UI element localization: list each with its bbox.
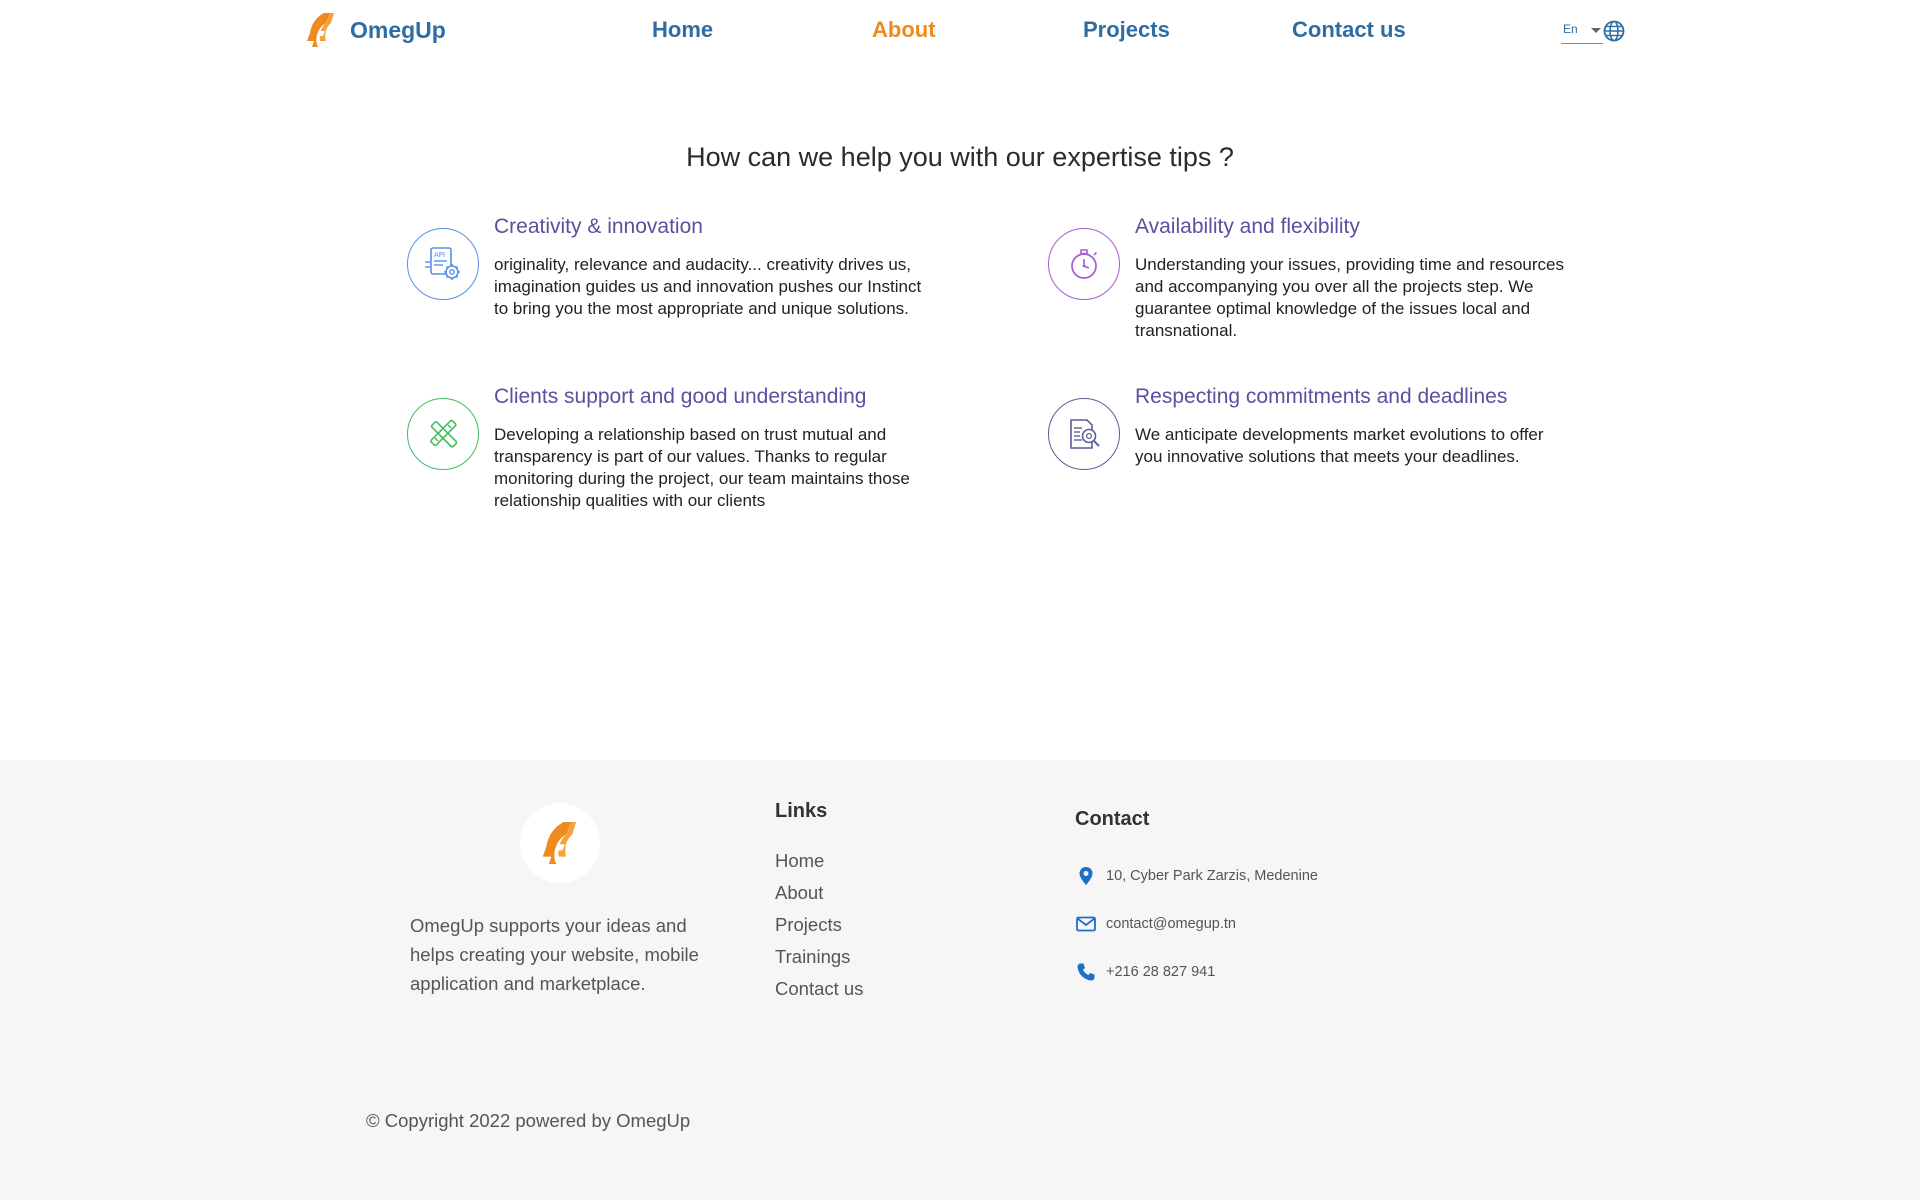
stopwatch-icon (1071, 249, 1098, 279)
copyright-text: © Copyright 2022 powered by OmegUp (366, 1110, 691, 1131)
top-navbar: OmegUp Home About Projects Contact us En (0, 0, 1920, 62)
brand-name: OmegUp (350, 16, 446, 43)
chevron-down-icon (1591, 28, 1601, 33)
feature-title: Availability and flexibility (1135, 215, 1360, 238)
feature-title: Clients support and good understanding (494, 385, 867, 408)
section-title: How can we help you with our expertise t… (686, 142, 1234, 172)
tools-icon (430, 419, 458, 448)
feature-icon-circle (407, 398, 479, 470)
footer-link-projects[interactable]: Projects (775, 909, 863, 941)
footer-links-list: Home About Projects Trainings Contact us (775, 845, 863, 1005)
feature-icon-circle (1048, 398, 1120, 470)
contact-email-text: contact@omegup.tn (1106, 916, 1236, 932)
omegup-logo-icon (307, 13, 334, 47)
feature-icon-circle: API (407, 228, 479, 300)
footer-links-heading: Links (775, 800, 828, 822)
footer-link-contact-us[interactable]: Contact us (775, 973, 863, 1005)
api-gear-icon: API (425, 247, 460, 280)
brand-logo-link[interactable]: OmegUp (304, 11, 446, 49)
nav-about[interactable]: About (872, 17, 936, 43)
contact-phone[interactable]: +216 28 827 941 (1075, 961, 1215, 983)
footer-link-home[interactable]: Home (775, 845, 863, 877)
feature-text: We anticipate developments market evolut… (1135, 425, 1544, 466)
footer-contact-heading: Contact (1075, 808, 1150, 830)
language-select[interactable]: En (1561, 20, 1603, 44)
footer-link-about[interactable]: About (775, 877, 863, 909)
document-search-icon (1070, 419, 1100, 449)
feature-text: Developing a relationship based on trust… (494, 425, 910, 510)
feature-title: Respecting commitments and deadlines (1135, 385, 1508, 408)
footer: OmegUp supports your ideas and helps cre… (0, 760, 1920, 1200)
contact-address: 10, Cyber Park Zarzis, Medenine (1075, 865, 1318, 887)
footer-link-trainings[interactable]: Trainings (775, 941, 863, 973)
contact-email[interactable]: contact@omegup.tn (1075, 913, 1236, 935)
footer-logo (520, 803, 600, 883)
nav-projects[interactable]: Projects (1083, 17, 1170, 43)
feature-text: originality, relevance and audacity... c… (494, 255, 922, 318)
contact-phone-text: +216 28 827 941 (1106, 964, 1216, 980)
nav-home[interactable]: Home (652, 17, 713, 43)
omegup-logo-icon (542, 822, 577, 864)
contact-address-text: 10, Cyber Park Zarzis, Medenine (1106, 868, 1318, 884)
mail-icon (1076, 916, 1096, 932)
svg-text:API: API (434, 251, 445, 259)
feature-title: Creativity & innovation (494, 215, 703, 238)
phone-icon (1077, 963, 1095, 981)
nav-contact-us[interactable]: Contact us (1292, 17, 1406, 43)
location-pin-icon (1079, 867, 1093, 885)
language-value: En (1563, 22, 1578, 36)
globe-icon[interactable] (1603, 20, 1625, 42)
feature-text: Understanding your issues, providing tim… (1135, 255, 1565, 340)
footer-about-text: OmegUp supports your ideas and helps cre… (410, 915, 699, 994)
feature-icon-circle (1048, 228, 1120, 300)
